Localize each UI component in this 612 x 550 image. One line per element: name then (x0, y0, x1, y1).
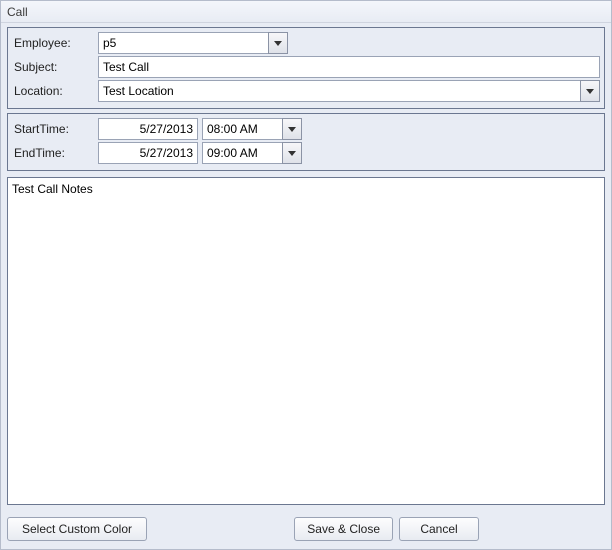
call-dialog: Call Employee: p5 Subject: Location: Tes (0, 0, 612, 550)
cancel-button[interactable]: Cancel (399, 517, 479, 541)
end-date-input[interactable]: 5/27/2013 (98, 142, 198, 164)
notes-textarea[interactable] (7, 177, 605, 505)
start-time-value[interactable]: 08:00 AM (202, 118, 282, 140)
end-time-dropdown-button[interactable] (282, 142, 302, 164)
button-bar: Select Custom Color Save & Close Cancel (1, 511, 611, 549)
subject-label: Subject: (12, 60, 98, 74)
chevron-down-icon (288, 151, 296, 156)
location-dropdown-button[interactable] (580, 80, 600, 102)
start-time-label: StartTime: (12, 122, 98, 136)
end-time-label: EndTime: (12, 146, 98, 160)
end-time-value[interactable]: 09:00 AM (202, 142, 282, 164)
select-custom-color-button[interactable]: Select Custom Color (7, 517, 147, 541)
subject-input[interactable] (98, 56, 600, 78)
save-and-close-button[interactable]: Save & Close (294, 517, 393, 541)
employee-dropdown-button[interactable] (268, 32, 288, 54)
employee-combo[interactable]: p5 (98, 32, 288, 54)
dialog-content: Employee: p5 Subject: Location: Test Loc… (1, 23, 611, 511)
location-value[interactable]: Test Location (98, 80, 580, 102)
time-block: StartTime: 5/27/2013 08:00 AM EndTime: 5… (7, 113, 605, 171)
chevron-down-icon (586, 89, 594, 94)
employee-label: Employee: (12, 36, 98, 50)
window-title: Call (1, 1, 611, 23)
chevron-down-icon (288, 127, 296, 132)
start-time-dropdown-button[interactable] (282, 118, 302, 140)
notes-container (7, 177, 605, 505)
start-time-combo[interactable]: 08:00 AM (202, 118, 302, 140)
details-block: Employee: p5 Subject: Location: Test Loc… (7, 27, 605, 109)
location-combo[interactable]: Test Location (98, 80, 600, 102)
end-time-combo[interactable]: 09:00 AM (202, 142, 302, 164)
employee-value[interactable]: p5 (98, 32, 268, 54)
location-label: Location: (12, 84, 98, 98)
start-date-input[interactable]: 5/27/2013 (98, 118, 198, 140)
chevron-down-icon (274, 41, 282, 46)
